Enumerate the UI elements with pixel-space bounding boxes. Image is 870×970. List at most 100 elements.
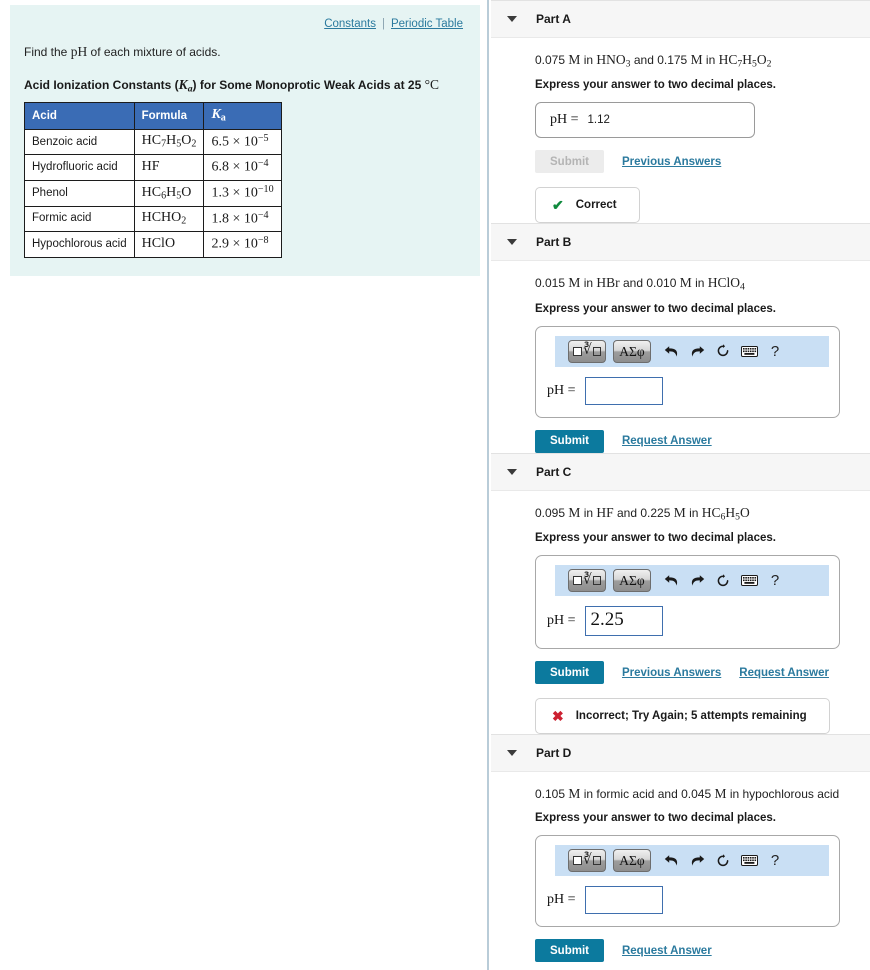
page-root: Constants | Periodic Table Find the pH of … — [0, 0, 870, 970]
left-problem-pane: Constants | Periodic Table Find the pH of … — [0, 0, 489, 970]
undo-icon[interactable] — [658, 345, 684, 358]
table-row: Hydrofluoric acid HF 6.8 × 10−4 — [24, 154, 282, 181]
table-caption: Acid Ionization Constants (Ka) for Some … — [24, 77, 466, 94]
part-title-c: Part C — [536, 464, 572, 479]
chevron-down-icon[interactable] — [507, 750, 517, 757]
math-answer-widget-d: ∛ ΑΣφ? pH = — [535, 835, 840, 928]
caption-k: K — [178, 77, 188, 92]
reset-icon[interactable] — [710, 854, 736, 868]
cell-ka-value: 6.8 × 10−4 — [203, 154, 282, 181]
prompt-post: of each mixture of acids. — [87, 45, 221, 59]
feedback-a: ✔ Correct — [535, 187, 640, 224]
previous-answers-link-c[interactable]: Previous Answers — [622, 667, 721, 679]
submit-button-b[interactable]: Submit — [535, 429, 604, 453]
math-toolbar-c: ∛ ΑΣφ? — [555, 565, 829, 597]
help-icon[interactable]: ? — [762, 573, 788, 588]
caption-degree: °C — [424, 77, 439, 92]
right-answer-pane: Part A 0.075 M in HNO3 and 0.175 M in HC7… — [491, 0, 870, 970]
col-header-ka: Ka — [203, 102, 282, 130]
reset-icon[interactable] — [710, 344, 736, 358]
sqrt-template-icon[interactable]: ∛ — [568, 849, 606, 873]
reset-icon[interactable] — [710, 574, 736, 588]
prompt-pre: Find the — [24, 45, 71, 59]
sqrt-template-icon[interactable]: ∛ — [568, 569, 606, 593]
part-header-a[interactable]: Part A — [491, 0, 870, 38]
greek-symbols-icon[interactable]: ΑΣφ — [613, 569, 651, 593]
cell-ka-value: 1.8 × 10−4 — [203, 205, 282, 233]
part-title-d: Part D — [536, 746, 572, 761]
redo-icon[interactable] — [684, 345, 710, 358]
part-body-a: 0.075 M in HNO3 and 0.175 M in HC7H5O2 Ex… — [491, 38, 870, 224]
cell-formula: HC7H5O2 — [133, 128, 205, 156]
periodic-table-link[interactable]: Periodic Table — [391, 18, 463, 30]
question-text-c: 0.095 M in HF and 0.225 M in HC6H5O — [535, 504, 750, 523]
action-row-c: Submit Previous Answers Request Answer — [535, 661, 870, 685]
greek-symbols-icon[interactable]: ΑΣφ — [613, 849, 651, 873]
help-icon[interactable]: ? — [762, 853, 788, 868]
caption-mid: ) for Some Monoprotic Weak Acids at 25 — [192, 78, 425, 92]
problem-prompt: Find the pH of each mixture of acids. — [24, 44, 466, 60]
part-header-b[interactable]: Part B — [491, 223, 870, 262]
check-icon: ✔ — [552, 196, 564, 213]
feedback-text-a: Correct — [575, 199, 617, 212]
cell-formula: HF — [133, 154, 205, 181]
submit-button-d[interactable]: Submit — [535, 939, 604, 963]
help-icon[interactable]: ? — [762, 344, 788, 359]
cell-ka-value: 6.5 × 10−5 — [203, 128, 282, 156]
submit-button-a: Submit — [535, 150, 604, 174]
cell-acid-name: Formic acid — [24, 205, 135, 233]
previous-answers-link-a[interactable]: Previous Answers — [622, 156, 721, 168]
ph-input-c[interactable]: 2.25 — [584, 606, 663, 637]
part-body-b: 0.015 M in HBr and 0.010 M in HClO4 Expre… — [491, 261, 870, 453]
ph-label-d: pH = — [547, 892, 576, 908]
part-section-d: Part D 0.105 M in formic acid and 0.045 M… — [491, 734, 870, 963]
redo-icon[interactable] — [684, 574, 710, 587]
part-header-d[interactable]: Part D — [491, 734, 870, 773]
undo-icon[interactable] — [658, 854, 684, 867]
chevron-down-icon[interactable] — [507, 16, 517, 22]
undo-icon[interactable] — [658, 574, 684, 587]
keyboard-icon[interactable] — [736, 575, 762, 587]
redo-icon[interactable] — [684, 854, 710, 867]
part-section-a: Part A 0.075 M in HNO3 and 0.175 M in HC7… — [491, 0, 870, 224]
table-row: Hypochlorous acid HClO 2.9 × 10−8 — [24, 231, 282, 258]
math-answer-widget-b: ∛ ΑΣφ? pH = — [535, 325, 840, 418]
math-input-row-c: pH = 2.25 — [546, 606, 829, 637]
math-input-row-d: pH = — [546, 886, 829, 915]
table-row: Benzoic acid HC7H5O2 6.5 × 10−5 — [24, 128, 282, 156]
greek-symbols-icon[interactable]: ΑΣφ — [613, 339, 651, 363]
cell-formula: HC6H5O — [133, 180, 205, 207]
chevron-down-icon[interactable] — [507, 239, 517, 246]
table-row: Phenol HC6H5O 1.3 × 10−10 — [24, 180, 282, 207]
instruction-d: Express your answer to two decimal place… — [535, 812, 776, 825]
table-header-row: Acid Formula Ka — [24, 102, 282, 130]
cell-formula: HClO — [133, 231, 205, 258]
action-row-d: Submit Request Answer — [535, 939, 870, 963]
cell-acid-name: Phenol — [24, 180, 135, 207]
cell-ka-value: 1.3 × 10−10 — [203, 180, 282, 207]
ph-input-b[interactable] — [584, 376, 663, 405]
feedback-text-c: Incorrect; Try Again; 5 attempts remaini… — [575, 710, 807, 723]
sqrt-template-icon[interactable]: ∛ — [568, 339, 606, 363]
question-text-d: 0.105 M in formic acid and 0.045 M in hy… — [535, 786, 840, 802]
submit-button-c[interactable]: Submit — [535, 661, 604, 685]
request-answer-link-c[interactable]: Request Answer — [739, 667, 829, 679]
cell-formula: HCHO2 — [133, 205, 205, 233]
ph-input-d[interactable] — [584, 886, 663, 915]
math-answer-widget-c: ∛ ΑΣφ? pH = 2.25 — [535, 555, 840, 650]
answer-box-a[interactable]: pH = 1.12 — [535, 102, 755, 139]
request-answer-link-b[interactable]: Request Answer — [622, 435, 712, 447]
part-title-a: Part A — [536, 12, 571, 26]
part-title-b: Part B — [536, 235, 572, 250]
constants-link[interactable]: Constants — [324, 18, 376, 30]
chevron-down-icon[interactable] — [507, 468, 517, 475]
col-header-acid: Acid — [24, 102, 135, 130]
action-row-a: Submit Previous Answers — [535, 150, 870, 174]
keyboard-icon[interactable] — [736, 855, 762, 867]
cross-icon: ✖ — [552, 707, 564, 724]
part-header-c[interactable]: Part C — [491, 452, 870, 491]
instruction-a: Express your answer to two decimal place… — [535, 79, 776, 92]
keyboard-icon[interactable] — [736, 345, 762, 357]
request-answer-link-d[interactable]: Request Answer — [622, 945, 712, 957]
cell-ka-value: 2.9 × 10−8 — [203, 231, 282, 258]
